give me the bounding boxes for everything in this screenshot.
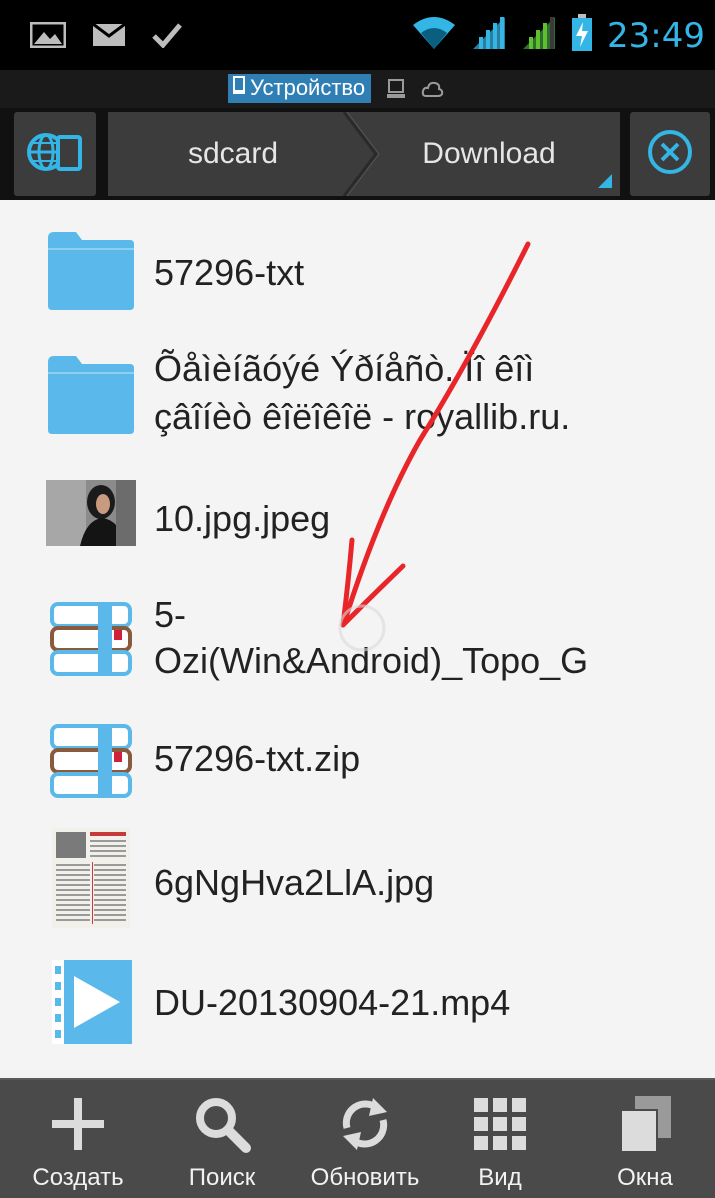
document-thumbnail-icon — [52, 828, 130, 933]
search-label: Поиск — [188, 1164, 256, 1191]
file-name: 57296-txt — [154, 252, 305, 293]
file-name-line: 5- — [154, 594, 187, 635]
signal-icon — [521, 15, 557, 56]
breadcrumb-label: Download — [422, 137, 556, 170]
photo-thumbnail-icon — [46, 480, 136, 551]
archive-books-icon — [50, 724, 132, 803]
file-name: DU-20130904-21.mp4 — [154, 982, 511, 1023]
device-location-tab[interactable]: Устройство — [228, 74, 372, 103]
windows-icon — [610, 1094, 680, 1154]
refresh-button[interactable]: Обновить — [300, 1080, 430, 1198]
plus-icon — [43, 1094, 113, 1154]
folder-icon — [46, 354, 136, 439]
location-bar: Устройство — [0, 70, 715, 108]
clock: 23:49 — [607, 15, 705, 56]
mail-icon — [92, 22, 126, 52]
view-button[interactable]: Вид — [450, 1080, 550, 1198]
search-icon — [187, 1094, 257, 1154]
list-item[interactable]: Õåìèíãóýé Ýðíåñò. Ïî êîì çâîíèò êîëîêîë … — [0, 340, 715, 450]
file-name-line: çâîíèò êîëîêîë - royallib.ru. — [154, 396, 571, 437]
signal-icon — [471, 15, 507, 56]
list-item[interactable]: 57296-txt — [0, 226, 715, 326]
windows-button[interactable]: Окна — [590, 1080, 700, 1198]
file-name-line: Ozi(Win&Android)_Topo_G — [154, 640, 589, 681]
network-drive-icon[interactable] — [385, 78, 407, 100]
check-icon — [152, 22, 182, 53]
dropdown-corner-icon — [598, 174, 612, 188]
list-item[interactable]: 6gNgHva2LlA.jpg — [0, 828, 715, 932]
file-name: 10.jpg.jpeg — [154, 498, 331, 539]
close-button[interactable] — [630, 112, 710, 196]
file-name-line: Õåìèíãóýé Ýðíåñò. Ïî êîì — [154, 348, 535, 389]
refresh-icon — [330, 1094, 400, 1154]
search-button[interactable]: Поиск — [162, 1080, 282, 1198]
breadcrumb-item-download[interactable]: Download — [358, 112, 620, 196]
breadcrumb-item-sdcard[interactable]: sdcard — [108, 112, 358, 196]
file-list: 57296-txt Õåìèíãóýé Ýðíåñò. Ïî êîì çâîíè… — [0, 200, 715, 1078]
breadcrumb-label: sdcard — [187, 137, 279, 170]
refresh-label: Обновить — [310, 1164, 420, 1191]
list-item[interactable]: 10.jpg.jpeg — [0, 476, 715, 556]
device-icon — [232, 75, 246, 101]
battery-charging-icon — [571, 14, 593, 57]
image-icon — [29, 21, 67, 53]
list-item[interactable]: 5- Ozi(Win&Android)_Topo_G — [0, 592, 715, 692]
list-item[interactable]: DU-20130904-21.mp4 — [0, 958, 715, 1048]
path-toolbar: sdcard Download — [0, 108, 715, 200]
status-bar: 23:49 — [0, 0, 715, 70]
video-play-icon — [52, 960, 132, 1049]
close-circle-icon — [646, 128, 694, 181]
create-button[interactable]: Создать — [18, 1080, 138, 1198]
bottom-action-bar: Создать Поиск Обновить Вид Окна — [0, 1078, 715, 1198]
cloud-icon[interactable] — [421, 78, 444, 100]
device-location-label: Устройство — [250, 75, 366, 100]
network-device-button[interactable] — [14, 112, 96, 196]
file-name: 6gNgHva2LlA.jpg — [154, 862, 435, 903]
archive-books-icon — [50, 602, 132, 681]
view-label: Вид — [478, 1164, 522, 1191]
list-item[interactable]: 57296-txt.zip — [0, 718, 715, 808]
grid-icon — [465, 1094, 535, 1154]
folder-icon — [46, 230, 136, 315]
file-name: 57296-txt.zip — [154, 738, 361, 779]
globe-device-icon — [26, 127, 84, 182]
windows-label: Окна — [617, 1164, 673, 1191]
wifi-icon — [411, 15, 457, 56]
create-label: Создать — [32, 1164, 124, 1191]
breadcrumb: sdcard Download — [108, 112, 620, 196]
